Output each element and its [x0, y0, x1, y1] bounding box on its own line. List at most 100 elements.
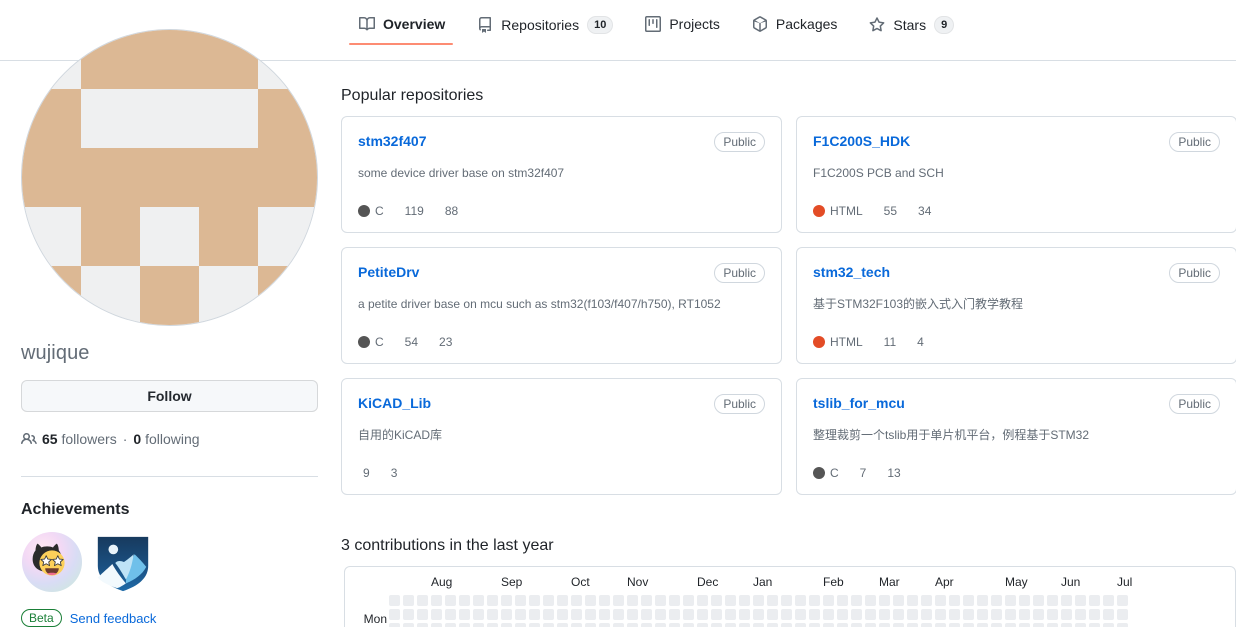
contribution-day-cell[interactable]: [1005, 623, 1016, 627]
contribution-day-cell[interactable]: [655, 623, 666, 627]
contribution-day-cell[interactable]: [669, 609, 680, 620]
contribution-day-cell[interactable]: [823, 609, 834, 620]
contribution-day-cell[interactable]: [739, 595, 750, 606]
contribution-day-cell[interactable]: [809, 623, 820, 627]
contribution-day-cell[interactable]: [963, 623, 974, 627]
contribution-day-cell[interactable]: [963, 609, 974, 620]
repo-name-link[interactable]: KiCAD_Lib: [358, 394, 431, 412]
contribution-day-cell[interactable]: [1103, 595, 1114, 606]
contribution-day-cell[interactable]: [893, 595, 904, 606]
contribution-day-cell[interactable]: [641, 609, 652, 620]
contribution-day-cell[interactable]: [991, 623, 1002, 627]
contribution-day-cell[interactable]: [921, 609, 932, 620]
contribution-day-cell[interactable]: [949, 609, 960, 620]
starstruck-badge[interactable]: [21, 531, 83, 593]
following-link[interactable]: 0 following: [133, 430, 199, 448]
contribution-day-cell[interactable]: [585, 595, 596, 606]
contribution-day-cell[interactable]: [459, 609, 470, 620]
contribution-day-cell[interactable]: [1061, 595, 1072, 606]
contribution-day-cell[interactable]: [977, 595, 988, 606]
contribution-day-cell[interactable]: [697, 623, 708, 627]
contribution-day-cell[interactable]: [767, 595, 778, 606]
contribution-day-cell[interactable]: [935, 609, 946, 620]
contribution-day-cell[interactable]: [1033, 595, 1044, 606]
contribution-day-cell[interactable]: [851, 623, 862, 627]
contribution-day-cell[interactable]: [1047, 623, 1058, 627]
contribution-day-cell[interactable]: [515, 623, 526, 627]
contribution-day-cell[interactable]: [515, 595, 526, 606]
contribution-day-cell[interactable]: [711, 609, 722, 620]
contribution-day-cell[interactable]: [417, 623, 428, 627]
contribution-day-cell[interactable]: [515, 609, 526, 620]
contribution-day-cell[interactable]: [1075, 623, 1086, 627]
contribution-day-cell[interactable]: [879, 595, 890, 606]
contribution-day-cell[interactable]: [543, 595, 554, 606]
tab-stars[interactable]: Stars9: [853, 16, 970, 47]
contribution-day-cell[interactable]: [473, 595, 484, 606]
repo-forks[interactable]: 34: [913, 204, 931, 218]
contribution-day-cell[interactable]: [753, 595, 764, 606]
contribution-day-cell[interactable]: [613, 609, 624, 620]
contribution-day-cell[interactable]: [809, 609, 820, 620]
repo-stars[interactable]: 54: [400, 335, 418, 349]
contribution-day-cell[interactable]: [977, 609, 988, 620]
arctic-code-vault-badge[interactable]: [92, 531, 154, 593]
contribution-day-cell[interactable]: [641, 595, 652, 606]
contribution-day-cell[interactable]: [1019, 623, 1030, 627]
repo-name-link[interactable]: PetiteDrv: [358, 263, 419, 281]
repo-name-link[interactable]: tslib_for_mcu: [813, 394, 905, 412]
contribution-day-cell[interactable]: [403, 623, 414, 627]
contribution-day-cell[interactable]: [417, 609, 428, 620]
contribution-day-cell[interactable]: [613, 595, 624, 606]
contribution-day-cell[interactable]: [697, 595, 708, 606]
contribution-day-cell[interactable]: [907, 595, 918, 606]
contribution-day-cell[interactable]: [585, 609, 596, 620]
contribution-day-cell[interactable]: [781, 623, 792, 627]
contribution-day-cell[interactable]: [1061, 623, 1072, 627]
contribution-day-cell[interactable]: [963, 595, 974, 606]
contribution-day-cell[interactable]: [1019, 609, 1030, 620]
contribution-day-cell[interactable]: [879, 609, 890, 620]
contribution-day-cell[interactable]: [459, 623, 470, 627]
contribution-day-cell[interactable]: [1047, 595, 1058, 606]
contribution-day-cell[interactable]: [1089, 595, 1100, 606]
contribution-day-cell[interactable]: [571, 623, 582, 627]
contribution-day-cell[interactable]: [431, 623, 442, 627]
contribution-day-cell[interactable]: [571, 595, 582, 606]
contribution-day-cell[interactable]: [501, 609, 512, 620]
contribution-day-cell[interactable]: [837, 623, 848, 627]
repo-name-link[interactable]: stm32f407: [358, 132, 427, 150]
send-feedback-link[interactable]: Send feedback: [70, 611, 157, 626]
contribution-day-cell[interactable]: [445, 595, 456, 606]
contribution-day-cell[interactable]: [1103, 623, 1114, 627]
contribution-day-cell[interactable]: [739, 609, 750, 620]
contribution-day-cell[interactable]: [431, 595, 442, 606]
repo-name-link[interactable]: stm32_tech: [813, 263, 890, 281]
contribution-day-cell[interactable]: [725, 595, 736, 606]
contribution-day-cell[interactable]: [753, 609, 764, 620]
contribution-day-cell[interactable]: [907, 623, 918, 627]
contribution-day-cell[interactable]: [865, 609, 876, 620]
contribution-day-cell[interactable]: [1033, 609, 1044, 620]
contribution-day-cell[interactable]: [851, 595, 862, 606]
contribution-day-cell[interactable]: [767, 609, 778, 620]
contribution-day-cell[interactable]: [753, 623, 764, 627]
contribution-day-cell[interactable]: [487, 595, 498, 606]
contribution-day-cell[interactable]: [627, 623, 638, 627]
repo-forks[interactable]: 88: [440, 204, 458, 218]
contribution-day-cell[interactable]: [991, 595, 1002, 606]
contribution-day-cell[interactable]: [1005, 609, 1016, 620]
contribution-day-cell[interactable]: [473, 623, 484, 627]
contribution-day-cell[interactable]: [473, 609, 484, 620]
contribution-day-cell[interactable]: [921, 595, 932, 606]
contribution-day-cell[interactable]: [977, 623, 988, 627]
contribution-day-cell[interactable]: [501, 623, 512, 627]
contribution-day-cell[interactable]: [781, 595, 792, 606]
repo-forks[interactable]: 13: [882, 466, 900, 480]
contribution-day-cell[interactable]: [389, 623, 400, 627]
contribution-day-cell[interactable]: [683, 623, 694, 627]
tab-overview[interactable]: Overview: [341, 16, 461, 45]
contribution-day-cell[interactable]: [655, 609, 666, 620]
contribution-day-cell[interactable]: [613, 623, 624, 627]
contribution-day-cell[interactable]: [487, 609, 498, 620]
